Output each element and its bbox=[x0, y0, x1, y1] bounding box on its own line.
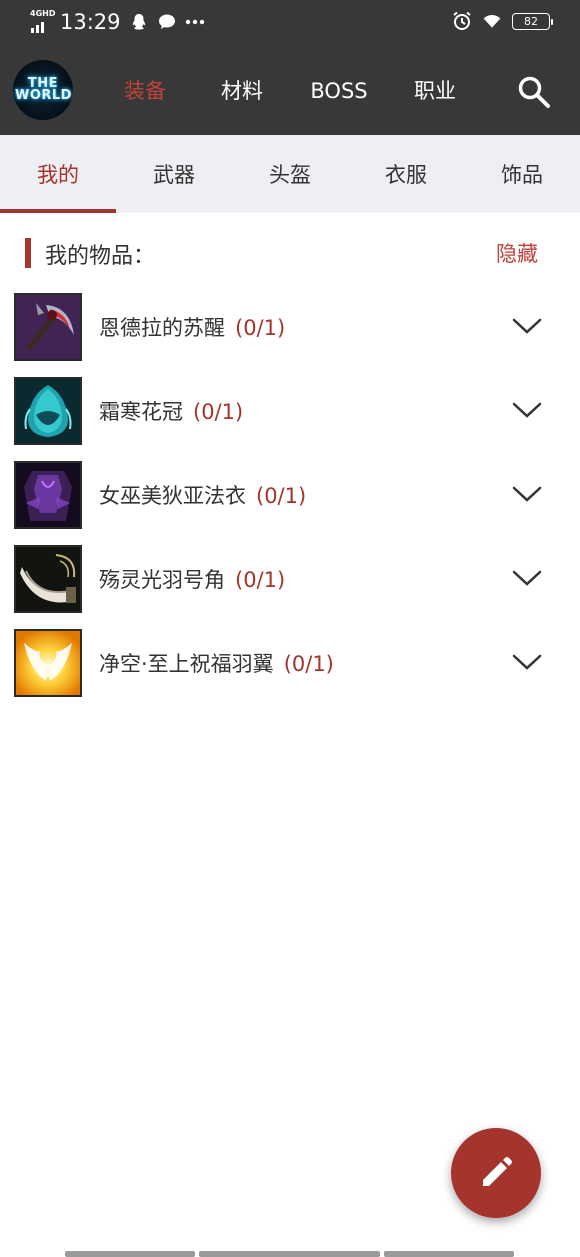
section-title: 我的物品： bbox=[45, 244, 156, 269]
tab-accessories[interactable]: 饰品 bbox=[464, 135, 580, 213]
category-tabs: 我的 武器 头盔 衣服 饰品 bbox=[0, 135, 580, 213]
gesture-bar bbox=[199, 1251, 380, 1257]
gesture-bar bbox=[65, 1251, 195, 1257]
gesture-bar bbox=[384, 1251, 514, 1257]
list-item[interactable]: 殇灵光羽号角 (0/1) bbox=[0, 540, 580, 624]
witch-robe-icon bbox=[14, 461, 82, 529]
chevron-down-icon[interactable] bbox=[511, 566, 543, 590]
search-button[interactable] bbox=[516, 74, 552, 110]
item-count: (0/1) bbox=[235, 316, 286, 340]
wifi-icon bbox=[482, 11, 502, 31]
section-header: 我的物品： 隐藏 bbox=[25, 236, 555, 272]
item-count: (0/1) bbox=[235, 568, 286, 592]
golden-wings-icon bbox=[14, 629, 82, 697]
list-item[interactable]: 霜寒花冠 (0/1) bbox=[0, 372, 580, 456]
nav-boss[interactable]: BOSS bbox=[302, 60, 376, 122]
tab-helmets[interactable]: 头盔 bbox=[232, 135, 348, 213]
network-type: 4GHD bbox=[30, 9, 56, 18]
item-name: 女巫美狄亚法衣 (0/1) bbox=[99, 484, 307, 508]
item-count: (0/1) bbox=[283, 652, 334, 676]
active-tab-indicator bbox=[0, 209, 116, 213]
app-logo[interactable]: THE WORLD bbox=[13, 60, 73, 120]
item-name: 净空·至上祝福羽翼 (0/1) bbox=[99, 652, 334, 676]
item-name: 恩德拉的苏醒 (0/1) bbox=[99, 316, 286, 340]
search-icon bbox=[518, 76, 550, 108]
tab-weapons[interactable]: 武器 bbox=[116, 135, 232, 213]
list-item[interactable]: 恩德拉的苏醒 (0/1) bbox=[0, 288, 580, 372]
qq-icon bbox=[129, 12, 149, 32]
item-count: (0/1) bbox=[193, 400, 244, 424]
message-icon bbox=[157, 12, 177, 32]
tab-mine[interactable]: 我的 bbox=[0, 135, 116, 213]
chevron-down-icon[interactable] bbox=[511, 314, 543, 338]
item-count: (0/1) bbox=[256, 484, 307, 508]
tab-clothes[interactable]: 衣服 bbox=[348, 135, 464, 213]
item-name: 霜寒花冠 (0/1) bbox=[99, 400, 244, 424]
chevron-down-icon[interactable] bbox=[511, 650, 543, 674]
nav-equipment[interactable]: 装备 bbox=[115, 60, 175, 122]
status-bar: 4GHD 13:29 82 bbox=[0, 0, 580, 46]
alarm-icon bbox=[452, 11, 472, 31]
app-header: 4GHD 13:29 82 THE WORLD 装备 材料 BOSS 职业 bbox=[0, 0, 580, 135]
list-item[interactable]: 净空·至上祝福羽翼 (0/1) bbox=[0, 624, 580, 708]
status-time: 13:29 bbox=[60, 10, 121, 34]
nav-materials[interactable]: 材料 bbox=[212, 60, 272, 122]
edit-fab-button[interactable] bbox=[451, 1128, 541, 1218]
chevron-down-icon[interactable] bbox=[511, 398, 543, 422]
list-item[interactable]: 女巫美狄亚法衣 (0/1) bbox=[0, 456, 580, 540]
item-name: 殇灵光羽号角 (0/1) bbox=[99, 568, 286, 592]
edit-pencil-icon bbox=[483, 1157, 512, 1186]
section-accent-bar bbox=[25, 238, 31, 268]
battery-icon: 82 bbox=[512, 12, 553, 30]
frost-helmet-icon bbox=[14, 377, 82, 445]
logo-text: THE WORLD bbox=[15, 76, 72, 103]
hide-button[interactable]: 隐藏 bbox=[496, 238, 538, 268]
cellular-signal-icon: 4GHD bbox=[30, 9, 56, 33]
more-dots-icon bbox=[185, 12, 205, 32]
nav-class[interactable]: 职业 bbox=[405, 60, 465, 122]
chevron-down-icon[interactable] bbox=[511, 482, 543, 506]
horn-icon bbox=[14, 545, 82, 613]
scythe-weapon-icon bbox=[14, 293, 82, 361]
